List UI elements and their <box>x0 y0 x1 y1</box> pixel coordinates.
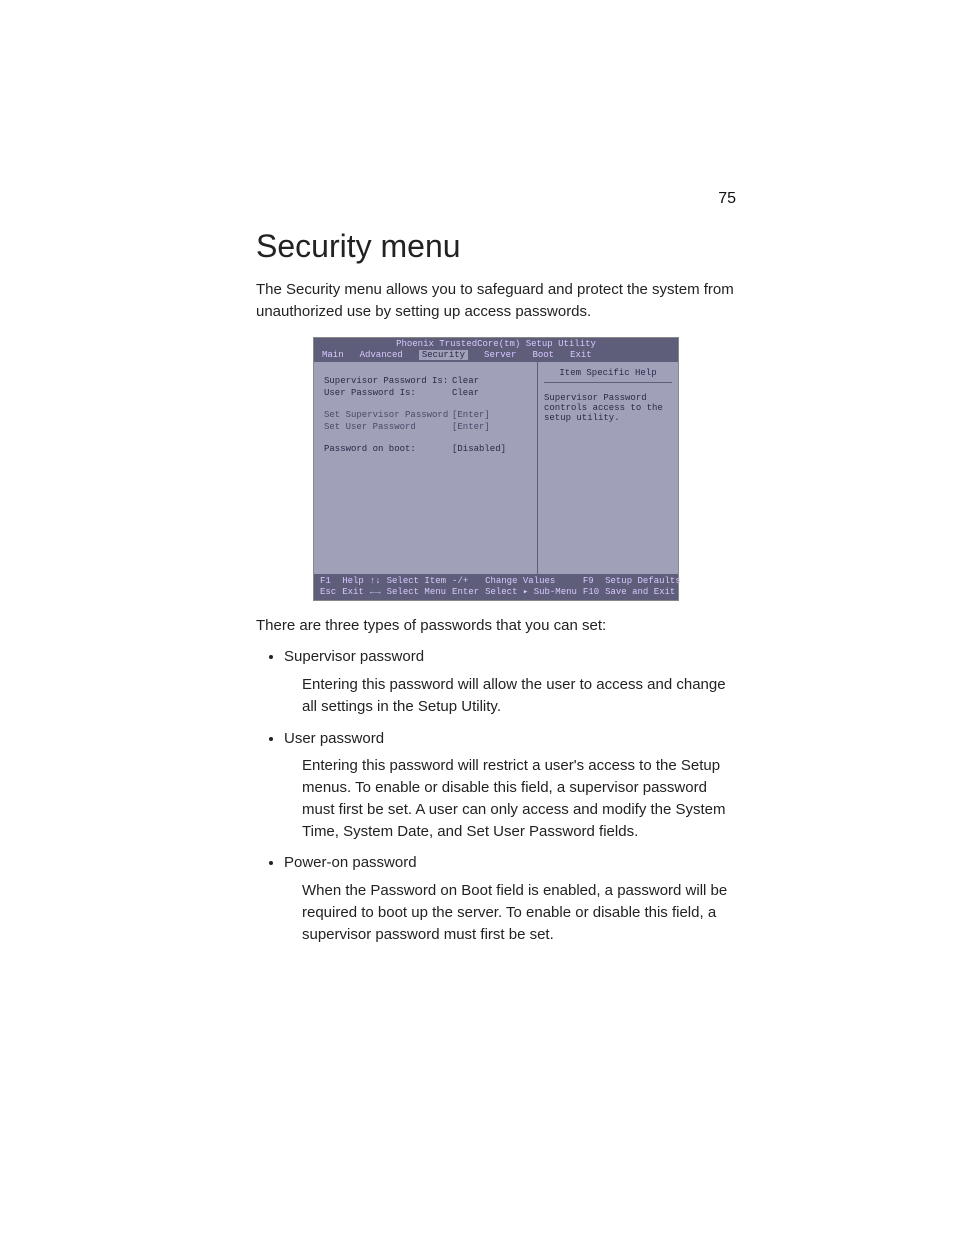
bios-tab-exit[interactable]: Exit <box>570 350 592 360</box>
list-item-title: User password <box>284 730 384 747</box>
bios-field-value: [Disabled] <box>452 444 506 454</box>
bios-keylabel: Select Item <box>387 576 446 586</box>
bios-key: ←→ <box>370 587 381 597</box>
intro-paragraph: The Security menu allows you to safeguar… <box>256 279 736 323</box>
page-number: 75 <box>718 190 736 208</box>
bios-spacer <box>324 434 529 444</box>
bios-field-label: Set Supervisor Password <box>324 410 452 420</box>
bios-field-label: User Password Is: <box>324 388 452 398</box>
bios-keylabel: Setup Defaults <box>605 576 681 586</box>
bios-footer: F1 Help ↑↓ Select Item -/+ Change Values… <box>314 574 678 600</box>
list-item-title: Power-on password <box>284 854 417 871</box>
bios-help-title: Item Specific Help <box>544 368 672 383</box>
bios-tab-advanced[interactable]: Advanced <box>360 350 403 360</box>
bios-row-action[interactable]: Set Supervisor Password [Enter] <box>324 410 529 420</box>
list-item-body: Entering this password will allow the us… <box>302 674 736 718</box>
bios-keylabel: Select ▸ Sub-Menu <box>485 587 577 597</box>
bios-row[interactable]: Password on boot: [Disabled] <box>324 444 529 454</box>
bios-row: Supervisor Password Is: Clear <box>324 376 529 386</box>
bios-title: Phoenix TrustedCore(tm) Setup Utility <box>314 338 678 349</box>
bios-key: F10 <box>583 587 599 597</box>
bios-key: Esc <box>320 587 336 597</box>
bios-menubar: Main Advanced Security Server Boot Exit <box>314 349 678 362</box>
bios-tab-main[interactable]: Main <box>322 350 344 360</box>
bios-main-panel: Supervisor Password Is: Clear User Passw… <box>314 362 537 574</box>
bios-screenshot: Phoenix TrustedCore(tm) Setup Utility Ma… <box>313 337 679 601</box>
list-item-body: When the Password on Boot field is enabl… <box>302 880 736 945</box>
bios-key: Enter <box>452 587 479 597</box>
bios-body: Supervisor Password Is: Clear User Passw… <box>314 362 678 574</box>
list-item: Supervisor password Entering this passwo… <box>284 646 736 717</box>
bios-help-panel: Item Specific Help Supervisor Password c… <box>537 362 678 574</box>
list-item-title: Supervisor password <box>284 648 424 665</box>
bios-key: F9 <box>583 576 599 586</box>
bios-field-label: Password on boot: <box>324 444 452 454</box>
bios-field-value: [Enter] <box>452 422 490 432</box>
bios-keylabel: Select Menu <box>387 587 446 597</box>
bios-key: F1 <box>320 576 336 586</box>
list-item: User password Entering this password wil… <box>284 728 736 843</box>
password-types-list: Supervisor password Entering this passwo… <box>256 646 736 945</box>
bios-field-label: Supervisor Password Is: <box>324 376 452 386</box>
bios-key: -/+ <box>452 576 479 586</box>
list-item-body: Entering this password will restrict a u… <box>302 755 736 842</box>
bios-tab-security[interactable]: Security <box>419 350 468 360</box>
bios-tab-boot[interactable]: Boot <box>532 350 554 360</box>
bios-keylabel: Change Values <box>485 576 577 586</box>
bios-field-value: Clear <box>452 376 479 386</box>
bios-help-text: Supervisor Password controls access to t… <box>544 393 672 423</box>
bios-key: ↑↓ <box>370 576 381 586</box>
bios-tab-server[interactable]: Server <box>484 350 516 360</box>
list-intro: There are three types of passwords that … <box>256 615 736 637</box>
bios-field-value: [Enter] <box>452 410 490 420</box>
bios-keylabel: Exit <box>342 587 364 597</box>
bios-field-label: Set User Password <box>324 422 452 432</box>
bios-row-action[interactable]: Set User Password [Enter] <box>324 422 529 432</box>
bios-keylabel: Save and Exit <box>605 587 681 597</box>
document-page: 75 Security menu The Security menu allow… <box>256 190 736 955</box>
bios-keylabel: Help <box>342 576 364 586</box>
bios-row: User Password Is: Clear <box>324 388 529 398</box>
bios-field-value: Clear <box>452 388 479 398</box>
bios-spacer <box>324 400 529 410</box>
page-title: Security menu <box>256 228 736 265</box>
list-item: Power-on password When the Password on B… <box>284 852 736 945</box>
